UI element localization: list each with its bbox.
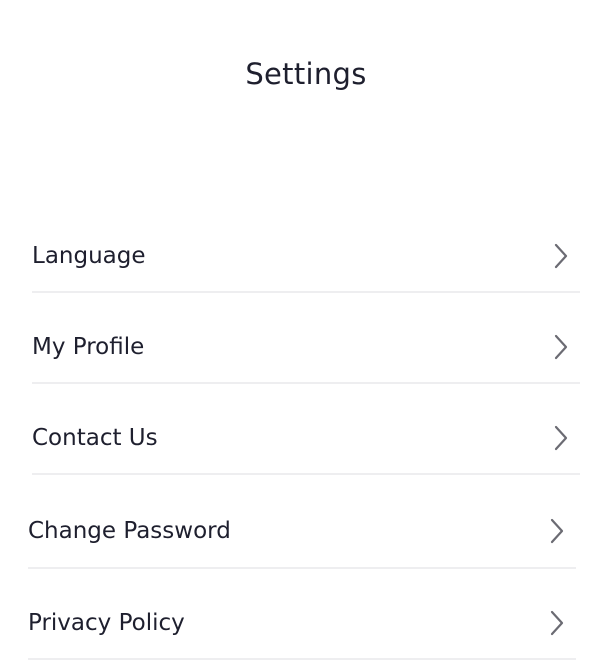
settings-item-contact-us[interactable]: Contact Us [32,421,580,475]
settings-item-label: My Profile [32,334,145,360]
settings-item-label: Privacy Policy [28,610,185,636]
divider [32,473,580,475]
chevron-right-icon [553,334,569,360]
settings-item-label: Contact Us [32,425,158,451]
settings-item-privacy-policy[interactable]: Privacy Policy [28,606,576,660]
settings-item-label: Change Password [28,518,231,544]
divider [32,291,580,293]
chevron-right-icon [553,243,569,269]
settings-item-label: Language [32,243,146,269]
settings-item-language[interactable]: Language [32,239,580,293]
chevron-right-icon [549,610,565,636]
settings-item-change-password[interactable]: Change Password [28,514,576,569]
settings-list: Language My Profile Contact Us Change Pa… [0,0,610,660]
chevron-right-icon [549,518,565,544]
chevron-right-icon [553,425,569,451]
divider [28,567,576,569]
divider [32,382,580,384]
settings-item-my-profile[interactable]: My Profile [32,330,580,384]
